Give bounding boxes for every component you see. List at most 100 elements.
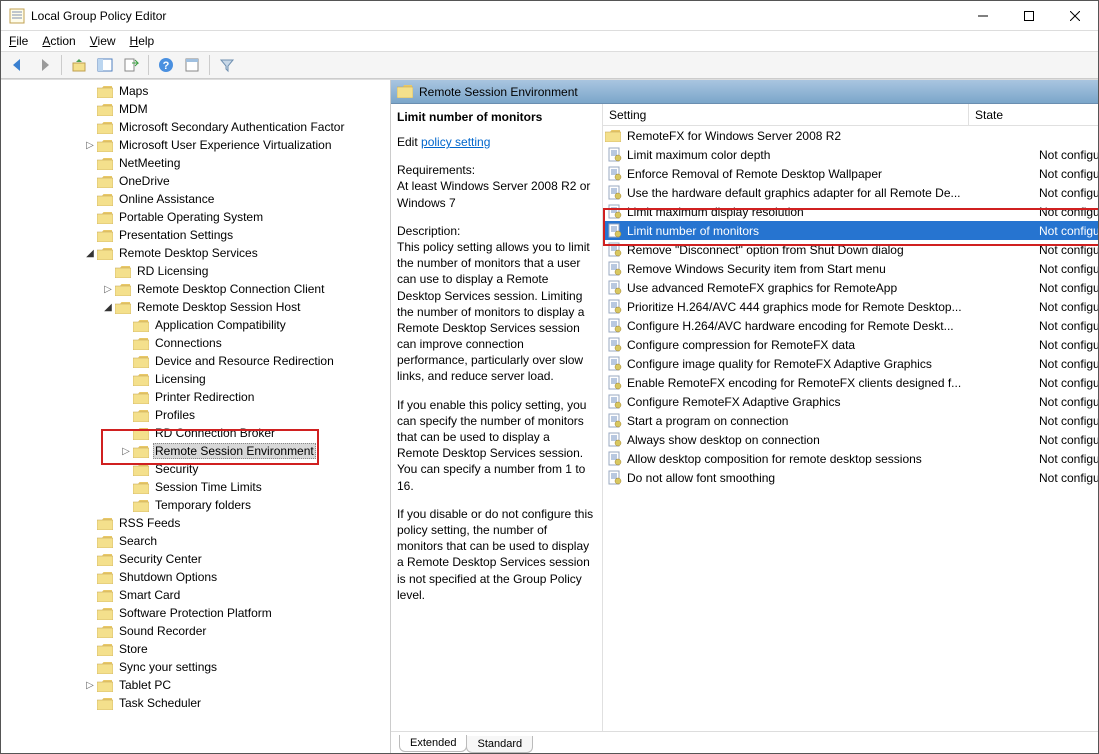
chevron-icon[interactable]: ▷ bbox=[83, 140, 97, 151]
help-button[interactable]: ? bbox=[155, 54, 177, 76]
setting-name: Configure compression for RemoteFX data bbox=[627, 338, 1033, 352]
settings-policy-row[interactable]: Remove Windows Security item from Start … bbox=[603, 259, 1098, 278]
tree-item[interactable]: Security bbox=[3, 460, 391, 478]
settings-policy-row[interactable]: Use the hardware default graphics adapte… bbox=[603, 183, 1098, 202]
tree-item[interactable]: NetMeeting bbox=[3, 154, 391, 172]
tree-item[interactable]: ▷Microsoft User Experience Virtualizatio… bbox=[3, 136, 391, 154]
tree-item[interactable]: ▷Remote Desktop Connection Client bbox=[3, 280, 391, 298]
settings-folder-row[interactable]: RemoteFX for Windows Server 2008 R2 bbox=[603, 126, 1098, 145]
menu-view[interactable]: View bbox=[90, 34, 116, 48]
forward-button[interactable] bbox=[33, 54, 55, 76]
settings-list[interactable]: RemoteFX for Windows Server 2008 R2 Limit… bbox=[603, 126, 1098, 731]
tree-item-label: Connections bbox=[153, 336, 224, 350]
tree-item[interactable]: RD Connection Broker bbox=[3, 424, 391, 442]
tree-item[interactable]: ▷ Remote Session Environment bbox=[3, 442, 391, 460]
setting-state: Not configured bbox=[1033, 338, 1098, 352]
tree-item[interactable]: Presentation Settings bbox=[3, 226, 391, 244]
tree-item[interactable]: RSS Feeds bbox=[3, 514, 391, 532]
tree-item[interactable]: Connections bbox=[3, 334, 391, 352]
tree-item[interactable]: Printer Redirection bbox=[3, 388, 391, 406]
tree-item[interactable]: Temporary folders bbox=[3, 496, 391, 514]
tree-item[interactable]: Shutdown Options bbox=[3, 568, 391, 586]
setting-state: Not configured bbox=[1033, 433, 1098, 447]
policy-icon bbox=[607, 451, 623, 467]
settings-policy-row[interactable]: Limit maximum display resolutionNot conf… bbox=[603, 202, 1098, 221]
menu-file[interactable]: File bbox=[9, 34, 28, 48]
menu-action[interactable]: Action bbox=[42, 34, 75, 48]
tree-item[interactable]: Device and Resource Redirection bbox=[3, 352, 391, 370]
description-label: Description: bbox=[397, 223, 594, 239]
column-setting[interactable]: Setting bbox=[609, 108, 968, 122]
tree-pane[interactable]: Maps MDM Microsoft Secondary Authenticatio… bbox=[1, 80, 391, 753]
chevron-icon[interactable]: ▷ bbox=[101, 284, 115, 295]
up-one-level-button[interactable] bbox=[68, 54, 90, 76]
tree-item[interactable]: Session Time Limits bbox=[3, 478, 391, 496]
tree-item[interactable]: Online Assistance bbox=[3, 190, 391, 208]
tree-item[interactable]: Store bbox=[3, 640, 391, 658]
show-hide-console-tree-button[interactable] bbox=[94, 54, 116, 76]
settings-policy-row[interactable]: Limit number of monitorsNot configured bbox=[603, 221, 1098, 240]
settings-policy-row[interactable]: Limit maximum color depthNot configured bbox=[603, 145, 1098, 164]
settings-policy-row[interactable]: Configure H.264/AVC hardware encoding fo… bbox=[603, 316, 1098, 335]
tree-item[interactable]: Smart Card bbox=[3, 586, 391, 604]
settings-policy-row[interactable]: Prioritize H.264/AVC 444 graphics mode f… bbox=[603, 297, 1098, 316]
settings-policy-row[interactable]: Always show desktop on connectionNot con… bbox=[603, 430, 1098, 449]
setting-state: Not configured bbox=[1033, 148, 1098, 162]
tree-item[interactable]: ▷Tablet PC bbox=[3, 676, 391, 694]
tree-item[interactable]: Sync your settings bbox=[3, 658, 391, 676]
maximize-button[interactable] bbox=[1006, 1, 1052, 30]
settings-column-header[interactable]: Setting State bbox=[603, 104, 1098, 126]
tab-standard[interactable]: Standard bbox=[466, 736, 533, 753]
tree-item[interactable]: OneDrive bbox=[3, 172, 391, 190]
tree-item[interactable]: Maps bbox=[3, 82, 391, 100]
edit-policy-setting-link[interactable]: policy setting bbox=[421, 135, 490, 149]
settings-policy-row[interactable]: Use advanced RemoteFX graphics for Remot… bbox=[603, 278, 1098, 297]
filter-button[interactable] bbox=[216, 54, 238, 76]
properties-button[interactable] bbox=[181, 54, 203, 76]
tree-item-label: Temporary folders bbox=[153, 498, 253, 512]
tree-item[interactable]: MDM bbox=[3, 100, 391, 118]
tree-item[interactable]: Licensing bbox=[3, 370, 391, 388]
settings-policy-row[interactable]: Configure image quality for RemoteFX Ada… bbox=[603, 354, 1098, 373]
tree-item[interactable]: Profiles bbox=[3, 406, 391, 424]
settings-policy-row[interactable]: Enforce Removal of Remote Desktop Wallpa… bbox=[603, 164, 1098, 183]
tree-item[interactable]: Software Protection Platform bbox=[3, 604, 391, 622]
tree-item[interactable]: ◢Remote Desktop Services bbox=[3, 244, 391, 262]
chevron-icon[interactable]: ◢ bbox=[83, 248, 97, 259]
tab-extended[interactable]: Extended bbox=[399, 735, 467, 752]
column-state[interactable]: State bbox=[968, 104, 1098, 125]
setting-state: Not configured bbox=[1033, 262, 1098, 276]
tree-item[interactable]: Sound Recorder bbox=[3, 622, 391, 640]
tree-item[interactable]: Microsoft Secondary Authentication Facto… bbox=[3, 118, 391, 136]
back-button[interactable] bbox=[7, 54, 29, 76]
tree-item[interactable]: Task Scheduler bbox=[3, 694, 391, 712]
chevron-icon[interactable]: ◢ bbox=[101, 302, 115, 313]
chevron-icon[interactable]: ▷ bbox=[119, 446, 133, 457]
close-button[interactable] bbox=[1052, 1, 1098, 30]
setting-name: RemoteFX for Windows Server 2008 R2 bbox=[627, 129, 1033, 143]
tree-item-label: Profiles bbox=[153, 408, 197, 422]
tree-item[interactable]: ◢Remote Desktop Session Host bbox=[3, 298, 391, 316]
settings-policy-row[interactable]: Allow desktop composition for remote des… bbox=[603, 449, 1098, 468]
tree-item[interactable]: RD Licensing bbox=[3, 262, 391, 280]
settings-policy-row[interactable]: Start a program on connectionNot configu… bbox=[603, 411, 1098, 430]
tree-item-label: Maps bbox=[117, 84, 150, 98]
policy-icon bbox=[607, 261, 623, 277]
settings-policy-row[interactable]: Do not allow font smoothingNot configure… bbox=[603, 468, 1098, 487]
details-title: Limit number of monitors bbox=[397, 110, 594, 124]
tree-item-label: Remote Session Environment bbox=[153, 443, 316, 459]
tree-item[interactable]: Application Compatibility bbox=[3, 316, 391, 334]
settings-policy-row[interactable]: Enable RemoteFX encoding for RemoteFX cl… bbox=[603, 373, 1098, 392]
settings-policy-row[interactable]: Configure compression for RemoteFX dataN… bbox=[603, 335, 1098, 354]
tree-item-label: RD Connection Broker bbox=[153, 426, 277, 440]
settings-policy-row[interactable]: Configure RemoteFX Adaptive GraphicsNot … bbox=[603, 392, 1098, 411]
chevron-icon[interactable]: ▷ bbox=[83, 680, 97, 691]
tree-item[interactable]: Search bbox=[3, 532, 391, 550]
tree-item[interactable]: Portable Operating System bbox=[3, 208, 391, 226]
tree-item[interactable]: Security Center bbox=[3, 550, 391, 568]
menu-help[interactable]: Help bbox=[130, 34, 155, 48]
tree-item-label: Microsoft Secondary Authentication Facto… bbox=[117, 120, 346, 134]
minimize-button[interactable] bbox=[960, 1, 1006, 30]
export-list-button[interactable] bbox=[120, 54, 142, 76]
settings-policy-row[interactable]: Remove "Disconnect" option from Shut Dow… bbox=[603, 240, 1098, 259]
